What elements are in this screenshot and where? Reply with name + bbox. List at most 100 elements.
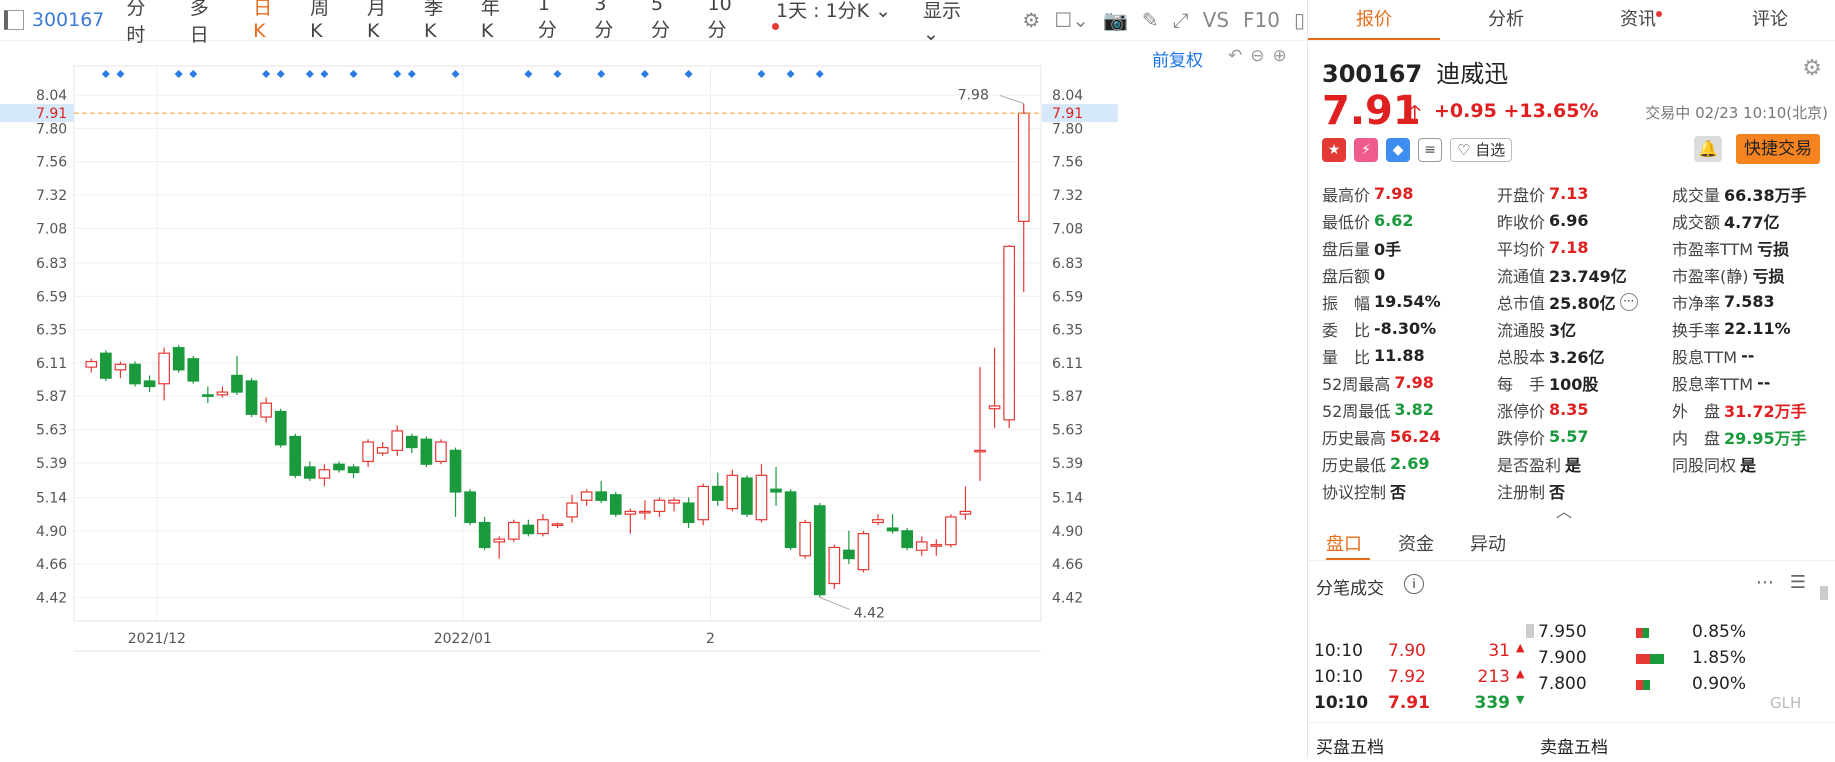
vs-icon[interactable]: VS — [1203, 8, 1229, 32]
chart-zoom-icons[interactable]: ↶⊖⊕ — [1228, 46, 1295, 66]
candle[interactable] — [609, 491, 622, 517]
level-scrollbar[interactable] — [1820, 586, 1828, 600]
event-marker[interactable] — [640, 70, 649, 78]
event-marker[interactable] — [116, 70, 125, 78]
panel-tab[interactable]: 盘口 — [1326, 530, 1362, 556]
event-marker[interactable] — [393, 70, 402, 78]
candle[interactable] — [1017, 103, 1030, 293]
add-watchlist-button[interactable]: ♡ 自选 — [1450, 138, 1513, 162]
candle[interactable] — [653, 497, 666, 517]
info-icon[interactable]: i — [1404, 574, 1424, 594]
event-marker[interactable] — [451, 70, 460, 78]
event-marker[interactable] — [524, 70, 533, 78]
candle[interactable] — [1003, 244, 1015, 429]
candle[interactable] — [158, 347, 170, 401]
flash-icon[interactable]: ⚡ — [1354, 138, 1378, 162]
kline-svg[interactable]: 8.04 8.04 7.80 7.80 7.56 7.56 7.32 7.32 7.08 7.08… — [0, 40, 1305, 758]
candle[interactable] — [274, 408, 287, 448]
candle[interactable] — [100, 350, 112, 381]
sidebar-icon[interactable]: ▯ — [1294, 8, 1305, 32]
event-marker[interactable] — [349, 70, 358, 78]
candle[interactable] — [566, 494, 578, 523]
event-marker[interactable] — [262, 70, 271, 78]
candle[interactable] — [464, 489, 476, 526]
interval-dropdown[interactable]: 1天 : 1分K ⌄ — [772, 0, 897, 45]
candle[interactable] — [245, 378, 258, 418]
event-marker[interactable] — [597, 70, 606, 78]
f10-icon[interactable]: F10 — [1243, 8, 1280, 32]
candle[interactable] — [580, 489, 593, 506]
settings-gear-icon[interactable]: ⚙ — [1802, 56, 1822, 81]
candle[interactable] — [974, 367, 986, 481]
candle[interactable] — [711, 472, 724, 506]
event-marker[interactable] — [101, 70, 110, 78]
candle[interactable] — [318, 464, 331, 487]
right-tab[interactable]: 分析 — [1440, 0, 1572, 40]
candle[interactable] — [435, 439, 447, 465]
candle[interactable] — [741, 475, 753, 517]
pencil-icon[interactable]: ✎ — [1142, 8, 1159, 32]
candle[interactable] — [886, 514, 899, 534]
candle[interactable] — [857, 530, 870, 573]
event-marker[interactable] — [189, 70, 198, 78]
right-tab[interactable]: 报价 — [1308, 0, 1440, 40]
candle[interactable] — [930, 539, 943, 556]
square-icon[interactable]: ☐⌄ — [1054, 8, 1089, 32]
candle[interactable] — [289, 433, 302, 479]
candle[interactable] — [493, 536, 506, 559]
panel-tab[interactable]: 异动 — [1470, 530, 1506, 556]
quick-trade-button[interactable]: 快捷交易 — [1736, 134, 1820, 164]
candle[interactable] — [420, 436, 433, 467]
fuquan-dropdown[interactable]: 前复权 — [1152, 46, 1203, 71]
event-marker[interactable] — [407, 70, 416, 78]
candle[interactable] — [376, 442, 389, 456]
candle[interactable] — [143, 375, 156, 393]
candle[interactable] — [915, 536, 928, 556]
fullscreen-icon[interactable]: ⤢ — [1173, 8, 1189, 32]
event-marker[interactable] — [305, 70, 314, 78]
tag-icon[interactable]: ◆ — [1386, 138, 1410, 162]
candle[interactable] — [668, 497, 680, 512]
event-marker[interactable] — [757, 70, 766, 78]
candle[interactable] — [901, 528, 914, 551]
candle[interactable] — [507, 519, 520, 542]
event-marker[interactable] — [553, 70, 562, 78]
candle[interactable] — [755, 464, 768, 523]
candle[interactable] — [172, 344, 185, 373]
right-tab[interactable]: 资讯 — [1572, 0, 1704, 40]
candle[interactable] — [799, 519, 812, 559]
alert-bell-icon[interactable]: 🔔 — [1694, 136, 1722, 162]
candle[interactable] — [347, 464, 360, 479]
candle[interactable] — [988, 347, 1001, 429]
candle[interactable] — [85, 358, 98, 373]
kline-chart[interactable]: 8.04 8.04 7.80 7.80 7.56 7.56 7.32 7.32 7.08 7.08… — [0, 40, 1305, 758]
event-marker[interactable] — [815, 70, 824, 78]
tick-menu-icons[interactable]: ⋯☰ — [1756, 572, 1822, 593]
event-marker[interactable] — [320, 70, 329, 78]
candle[interactable] — [726, 469, 739, 512]
candle[interactable] — [522, 519, 535, 537]
candle[interactable] — [945, 514, 957, 548]
candle[interactable] — [201, 386, 214, 404]
note-icon[interactable]: ≡ — [1418, 138, 1442, 162]
candle[interactable] — [449, 447, 462, 517]
stock-code[interactable]: 300167 — [32, 9, 105, 31]
candle[interactable] — [114, 361, 127, 379]
candle[interactable] — [595, 480, 608, 504]
candle[interactable] — [682, 497, 695, 529]
candle[interactable] — [813, 503, 826, 598]
candle[interactable] — [537, 514, 549, 537]
candle[interactable] — [260, 397, 272, 423]
panel-tab[interactable]: 资金 — [1398, 530, 1434, 556]
candle[interactable] — [129, 361, 141, 387]
event-marker[interactable] — [786, 70, 795, 78]
candle[interactable] — [624, 508, 637, 534]
collapse-chevron-icon[interactable]: ︿ — [1556, 498, 1572, 522]
candle[interactable] — [959, 486, 972, 520]
more-icon[interactable]: ⋯ — [1619, 292, 1638, 311]
candle[interactable] — [639, 500, 651, 520]
candle[interactable] — [303, 461, 316, 481]
right-tab[interactable]: 评论 — [1704, 0, 1835, 40]
event-marker[interactable] — [684, 70, 693, 78]
candle[interactable] — [231, 355, 243, 395]
